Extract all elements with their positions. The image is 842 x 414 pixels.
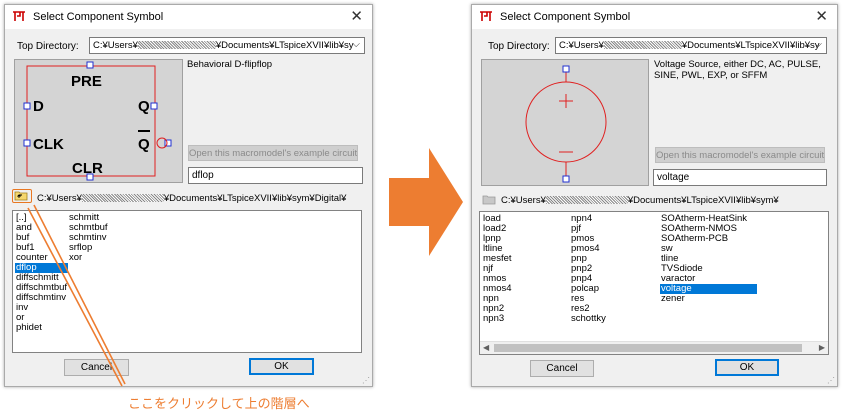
left-top-dir-suffix: ¥Documents¥LTspiceXVII¥lib¥sy: [215, 40, 354, 51]
right-title-bar: Select Component Symbol ✕: [472, 5, 837, 29]
left-ok-button[interactable]: OK: [249, 358, 314, 375]
scrollbar-thumb[interactable]: [494, 344, 802, 352]
pin-label-q: Q: [138, 98, 150, 115]
left-description: Behavioral D-flipflop: [187, 59, 273, 70]
right-resize-grip[interactable]: ⋰: [827, 376, 835, 385]
pin-label-pre: PRE: [71, 73, 102, 90]
scroll-right-arrow-icon[interactable]: ▶: [819, 342, 825, 354]
right-title-text: Select Component Symbol: [500, 11, 631, 23]
voltage-source-symbol: [525, 65, 607, 183]
pin-label-d: D: [33, 98, 44, 115]
right-symbol-list[interactable]: load load2 lpnp ltline mesfet njf nmos nmos4 npn…: [479, 211, 829, 355]
pin-label-clk: CLK: [33, 136, 64, 153]
list-item[interactable]: npn4: [570, 214, 645, 224]
scroll-left-arrow-icon[interactable]: ◀: [483, 342, 489, 354]
folder-up-icon-disabled[interactable]: [482, 195, 496, 205]
right-dialog: Select Component Symbol ✕ Top Directory:…: [471, 4, 838, 387]
list-item[interactable]: SOAtherm-PCB: [660, 234, 757, 244]
right-symbol-preview: [481, 59, 649, 186]
right-description: Voltage Source, either DC, AC, PULSE, SI…: [654, 59, 821, 81]
transition-arrow: [389, 148, 463, 256]
list-item[interactable]: zener: [660, 294, 757, 304]
list-item[interactable]: npn3: [482, 314, 561, 324]
left-top-dir-prefix: C:¥Users¥: [93, 40, 138, 51]
list-item[interactable]: mesfet: [482, 254, 561, 264]
left-close-icon[interactable]: ✕: [350, 7, 363, 25]
right-horizontal-scrollbar[interactable]: ◀ ▶: [480, 341, 828, 354]
left-example-circuit-button[interactable]: Open this macromodel's example circuit: [188, 145, 358, 161]
right-symbol-name-field[interactable]: voltage: [653, 169, 827, 186]
right-current-path: C:¥Users¥ ¥Documents¥LTspiceXVII¥lib¥sym¥: [501, 195, 779, 206]
right-top-dir-label: Top Directory:: [488, 41, 550, 52]
left-symbol-name-field[interactable]: dflop: [188, 167, 363, 184]
list-item[interactable]: schottky: [570, 314, 645, 324]
left-dropdown-chevron-icon[interactable]: ⌵: [352, 39, 360, 50]
right-close-icon[interactable]: ✕: [815, 7, 828, 25]
ltspice-app-icon: [480, 11, 492, 21]
left-symbol-preview: PRE D Q CLK Q CLR: [14, 59, 183, 183]
annotation-text: ここをクリックして上の階層へ: [128, 396, 310, 411]
right-top-dir-suffix: ¥Documents¥LTspiceXVII¥lib¥sy: [681, 40, 820, 51]
left-top-dir-select[interactable]: C:¥Users¥ ¥Documents¥LTspiceXVII¥lib¥sy ⌵: [89, 37, 365, 54]
ltspice-app-icon: [13, 11, 25, 21]
right-ok-button[interactable]: OK: [715, 359, 779, 376]
right-example-circuit-button[interactable]: Open this macromodel's example circuit: [655, 147, 825, 163]
right-top-dir-select[interactable]: C:¥Users¥ ¥Documents¥LTspiceXVII¥lib¥sy ⌵: [555, 37, 827, 54]
annotation-pointer-lines: [27, 204, 126, 387]
right-top-dir-prefix: C:¥Users¥: [559, 40, 604, 51]
left-title-bar: Select Component Symbol ✕: [5, 5, 372, 29]
left-resize-grip[interactable]: ⋰: [362, 376, 370, 385]
left-title-text: Select Component Symbol: [33, 11, 164, 23]
right-dropdown-chevron-icon[interactable]: ⌵: [814, 39, 822, 50]
pin-label-qbar: Q: [138, 136, 150, 153]
pin-label-clr: CLR: [72, 160, 103, 177]
left-top-dir-label: Top Directory:: [17, 41, 79, 52]
right-cancel-button[interactable]: Cancel: [530, 360, 594, 377]
